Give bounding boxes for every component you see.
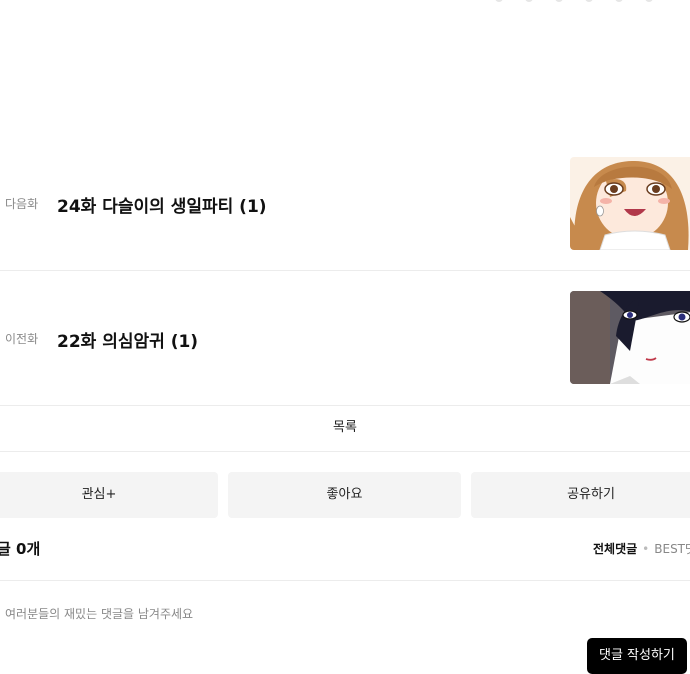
previous-episode-title: 22화 의심암귀 (1) <box>57 332 199 352</box>
top-pagination-dots <box>495 0 655 2</box>
sort-best-comments-tab[interactable]: BEST댓 <box>654 542 690 556</box>
episode-list-button[interactable]: 목록 <box>0 405 690 452</box>
share-button[interactable]: 공유하기 <box>471 472 690 518</box>
comment-sort-tabs: 전체댓글 • BEST댓 <box>593 540 690 557</box>
previous-episode-row[interactable]: 이전화 22화 의심암귀 (1) <box>0 271 690 406</box>
next-episode-thumbnail <box>570 157 690 250</box>
next-episode-row[interactable]: 다음화 24화 다슬이의 생일파티 (1) <box>0 136 690 271</box>
comment-input[interactable] <box>0 596 565 632</box>
comment-divider <box>0 580 690 581</box>
comment-count: 글 0개 <box>0 540 41 558</box>
like-button[interactable]: 좋아요 <box>228 472 461 518</box>
next-episode-title: 24화 다슬이의 생일파티 (1) <box>57 197 267 217</box>
interest-button[interactable]: 관심+ <box>0 472 218 518</box>
next-episode-kind: 다음화 <box>5 197 39 211</box>
previous-episode-thumbnail <box>570 291 690 384</box>
sort-all-comments-tab[interactable]: 전체댓글 <box>593 542 637 556</box>
previous-episode-kind: 이전화 <box>5 332 39 346</box>
write-comment-button[interactable]: 댓글 작성하기 <box>587 638 687 674</box>
sort-separator: • <box>642 542 650 556</box>
